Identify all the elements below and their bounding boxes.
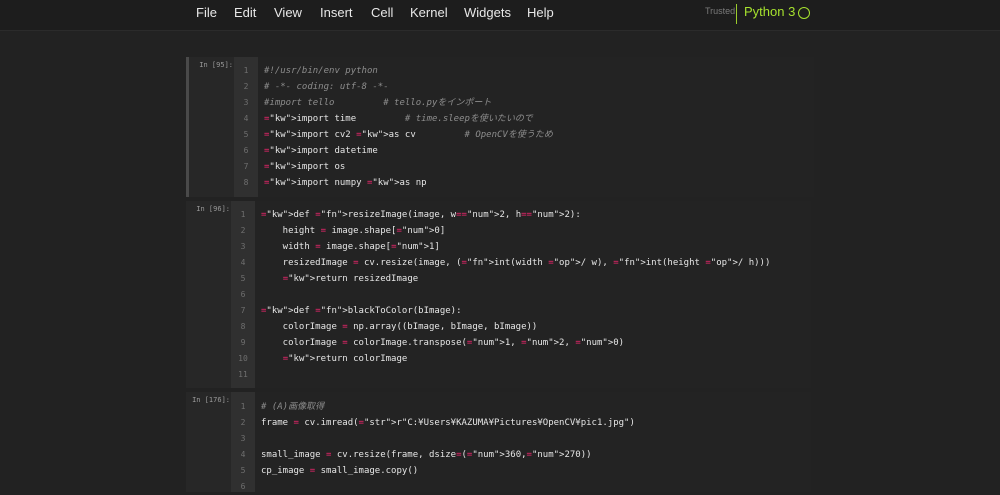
line-number: 7 bbox=[240, 306, 246, 315]
line-number: 4 bbox=[243, 114, 249, 123]
code-cell[interactable]: In [96]: ="kw">def ="fn">resizeImage(ima… bbox=[186, 201, 811, 388]
menu-widgets[interactable]: Widgets bbox=[464, 5, 511, 20]
line-number: 3 bbox=[243, 98, 249, 107]
line-number: 6 bbox=[240, 290, 246, 299]
code-editor[interactable]: #!/usr/bin/env python # -*- coding: utf-… bbox=[258, 57, 814, 197]
trusted-indicator[interactable]: Trusted bbox=[705, 6, 735, 16]
code-line: ="kw">def ="fn">resizeImage(image, w=="n… bbox=[261, 210, 581, 220]
code-line: #!/usr/bin/env python bbox=[264, 66, 378, 76]
code-line: ="kw">return colorImage bbox=[282, 354, 408, 364]
line-number: 5 bbox=[240, 466, 246, 475]
line-number: 3 bbox=[240, 242, 246, 251]
code-line: ="kw">import numpy ="kw">as np bbox=[264, 178, 427, 188]
line-number: 6 bbox=[243, 146, 249, 155]
code-editor[interactable]: # (A)画像取得 frame = cv.imread(="str">r"C:¥… bbox=[255, 392, 811, 492]
code-line: frame = cv.imread(="str">r"C:¥Users¥KAZU… bbox=[261, 418, 635, 428]
line-number: 2 bbox=[240, 226, 246, 235]
line-number: 6 bbox=[240, 482, 246, 491]
line-number: 10 bbox=[238, 354, 248, 363]
code-line: ="kw">import datetime bbox=[264, 146, 378, 156]
menu-bar: File Edit View Insert Cell Kernel Widget… bbox=[0, 0, 1000, 31]
line-number: 1 bbox=[240, 402, 246, 411]
code-line: # -*- coding: utf-8 -*- bbox=[264, 82, 389, 92]
line-number: 3 bbox=[240, 434, 246, 443]
kernel-idle-icon bbox=[798, 7, 810, 19]
line-number: 1 bbox=[240, 210, 246, 219]
code-line: ="kw">return resizedImage bbox=[282, 274, 419, 284]
code-line: resizedImage = cv.resize(image, (="fn">i… bbox=[261, 258, 771, 268]
menu-kernel[interactable]: Kernel bbox=[410, 5, 448, 20]
menu-view[interactable]: View bbox=[274, 5, 302, 20]
code-line: colorImage = colorImage.transpose(="num"… bbox=[261, 338, 625, 348]
line-number: 9 bbox=[240, 338, 246, 347]
kernel-name[interactable]: Python 3 bbox=[744, 4, 795, 19]
code-line: cp_image = small_image.copy() bbox=[261, 466, 419, 476]
code-editor[interactable]: ="kw">def ="fn">resizeImage(image, w=="n… bbox=[255, 201, 811, 388]
input-prompt: In [96]: bbox=[196, 205, 230, 213]
code-cell[interactable]: In [176]: # (A)画像取得 frame = cv.imread(="… bbox=[186, 392, 811, 492]
line-number: 8 bbox=[243, 178, 249, 187]
code-line: ="kw">import cv2 ="kw">as cv # OpenCVを使う… bbox=[264, 130, 553, 140]
code-line: ="kw">def ="fn">blackToColor(bImage): bbox=[261, 306, 462, 316]
menu-help[interactable]: Help bbox=[527, 5, 554, 20]
line-number: 11 bbox=[238, 370, 248, 379]
code-line: ="kw">import time # time.sleepを使いたいので bbox=[264, 114, 533, 124]
line-number: 7 bbox=[243, 162, 249, 171]
code-line: # (A)画像取得 bbox=[261, 402, 325, 412]
menu-cell[interactable]: Cell bbox=[371, 5, 393, 20]
code-line: ="kw">import os bbox=[264, 162, 346, 172]
menu-edit[interactable]: Edit bbox=[234, 5, 256, 20]
menu-file[interactable]: File bbox=[196, 5, 217, 20]
code-line: small_image = cv.resize(frame, dsize=(="… bbox=[261, 450, 592, 460]
code-line: #import tello # tello.pyをインポート bbox=[264, 98, 492, 108]
line-number: 4 bbox=[240, 258, 246, 267]
line-number: 4 bbox=[240, 450, 246, 459]
line-number: 1 bbox=[243, 66, 249, 75]
line-number: 2 bbox=[240, 418, 246, 427]
kernel-separator bbox=[736, 4, 737, 24]
line-number: 5 bbox=[243, 130, 249, 139]
code-cell[interactable]: In [95]: #!/usr/bin/env python # -*- cod… bbox=[186, 57, 814, 197]
menu-insert[interactable]: Insert bbox=[320, 5, 353, 20]
input-prompt: In [176]: bbox=[192, 396, 230, 404]
code-line: height = image.shape[="num">0] bbox=[261, 226, 446, 236]
line-number: 8 bbox=[240, 322, 246, 331]
line-number: 2 bbox=[243, 82, 249, 91]
code-line: colorImage = np.array((bImage, bImage, b… bbox=[261, 322, 538, 332]
input-prompt: In [95]: bbox=[199, 61, 233, 69]
line-number: 5 bbox=[240, 274, 246, 283]
code-line: width = image.shape[="num">1] bbox=[261, 242, 440, 252]
